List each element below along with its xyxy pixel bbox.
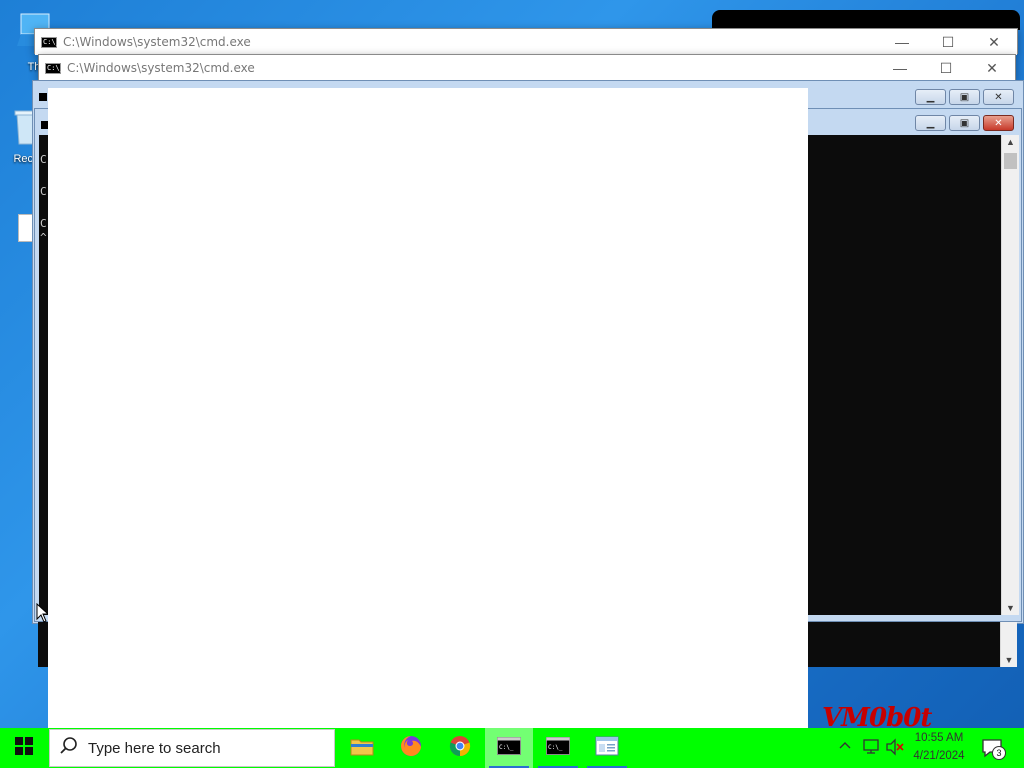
cmd-icon xyxy=(39,93,47,101)
title-bar[interactable]: C:\_ C:\Windows\system32\cmd.exe xyxy=(39,55,1015,81)
close-button-inactive[interactable]: ✕ xyxy=(983,89,1014,105)
close-icon: ✕ xyxy=(994,117,1003,129)
windows-logo-icon xyxy=(15,736,33,760)
maximize-button[interactable]: ☐ xyxy=(925,29,971,55)
command-prompt-icon: C:\_ xyxy=(546,736,570,760)
maximize-button[interactable]: ▣ xyxy=(949,115,980,131)
maximize-icon: ☐ xyxy=(939,59,953,76)
show-hidden-icons-chevron-up-icon[interactable] xyxy=(838,738,852,757)
close-button[interactable]: ✕ xyxy=(983,115,1014,131)
chrome-icon xyxy=(448,734,472,763)
close-icon: ✕ xyxy=(988,33,1000,50)
maximize-button[interactable]: ▣ xyxy=(949,89,980,105)
network-icon[interactable] xyxy=(862,738,880,761)
taskbar-file-explorer[interactable] xyxy=(338,728,386,768)
clock-date[interactable]: 4/21/2024 xyxy=(899,750,979,762)
scroll-thumb[interactable] xyxy=(1004,153,1017,169)
clock-time[interactable]: 10:55 AM xyxy=(899,732,979,744)
console-line: ^ xyxy=(40,231,47,244)
cmd-window-second[interactable]: C:\_ C:\Windows\system32\cmd.exe — ☐ ✕ xyxy=(38,54,1016,81)
close-button[interactable]: ✕ xyxy=(971,29,1017,55)
maximize-icon: ▣ xyxy=(959,117,970,129)
taskbar-command-prompt-1[interactable]: C:\_ xyxy=(485,728,533,768)
minimize-button[interactable]: — xyxy=(879,29,925,55)
minimize-icon: ▁ xyxy=(926,117,935,129)
title-bar[interactable]: C:\_ C:\Windows\system32\cmd.exe xyxy=(35,29,1017,55)
window-app-icon xyxy=(595,736,619,761)
search-icon xyxy=(60,736,78,760)
blank-window-content[interactable] xyxy=(48,88,808,728)
taskbar-notepad-window[interactable] xyxy=(583,728,631,768)
minimize-icon: — xyxy=(893,60,907,76)
cmd-icon: C:\_ xyxy=(41,36,60,48)
scroll-up-icon[interactable]: ▲ xyxy=(1002,137,1019,147)
console-line: C xyxy=(40,217,47,230)
start-button[interactable] xyxy=(0,728,48,768)
window-title: C:\Windows\system32\cmd.exe xyxy=(63,35,251,49)
taskbar-search-box[interactable]: Type here to search xyxy=(49,729,335,767)
close-icon: ✕ xyxy=(994,91,1003,103)
cmd-window-front[interactable]: C:\_ C:\Windows\system32\cmd.exe — ☐ ✕ xyxy=(34,28,1018,55)
close-button[interactable]: ✕ xyxy=(969,55,1015,81)
taskbar: Type here to search C:\_ C:\_ 10:55 AM 4… xyxy=(0,728,1024,768)
console-line: C xyxy=(40,153,47,166)
svg-text:C:\_: C:\_ xyxy=(499,744,514,751)
svg-text:C:\_: C:\_ xyxy=(548,744,563,751)
minimize-icon: — xyxy=(895,34,909,50)
console-line: C xyxy=(40,185,47,198)
window-title: C:\Windows\system32\cmd.exe xyxy=(67,61,255,75)
taskbar-chrome[interactable] xyxy=(436,728,484,768)
notification-count-badge: 3 xyxy=(992,746,1006,760)
minimize-button[interactable]: — xyxy=(877,55,923,81)
command-prompt-icon: C:\_ xyxy=(497,736,521,760)
close-icon: ✕ xyxy=(986,59,998,76)
folder-icon xyxy=(350,736,374,761)
maximize-icon: ▣ xyxy=(959,91,970,103)
search-placeholder: Type here to search xyxy=(88,739,221,757)
taskbar-command-prompt-2[interactable]: C:\_ xyxy=(534,728,582,768)
cmd-icon: C:\_ xyxy=(45,62,64,74)
maximize-icon: ☐ xyxy=(941,33,955,50)
taskbar-firefox[interactable] xyxy=(387,728,435,768)
mouse-cursor-icon xyxy=(36,602,50,628)
minimize-button[interactable]: ▁ xyxy=(915,89,946,105)
action-center-button[interactable]: 3 xyxy=(980,736,1006,765)
firefox-icon xyxy=(399,734,423,763)
scroll-down-icon[interactable]: ▼ xyxy=(1002,603,1019,613)
vertical-scrollbar-lower[interactable]: ▼ xyxy=(1000,622,1017,667)
minimize-icon: ▁ xyxy=(926,91,935,103)
vertical-scrollbar[interactable]: ▲ ▼ xyxy=(1001,135,1019,615)
wallpaper-shape xyxy=(712,10,1020,30)
scroll-down-icon[interactable]: ▼ xyxy=(1001,655,1017,665)
minimize-button[interactable]: ▁ xyxy=(915,115,946,131)
maximize-button[interactable]: ☐ xyxy=(923,55,969,81)
